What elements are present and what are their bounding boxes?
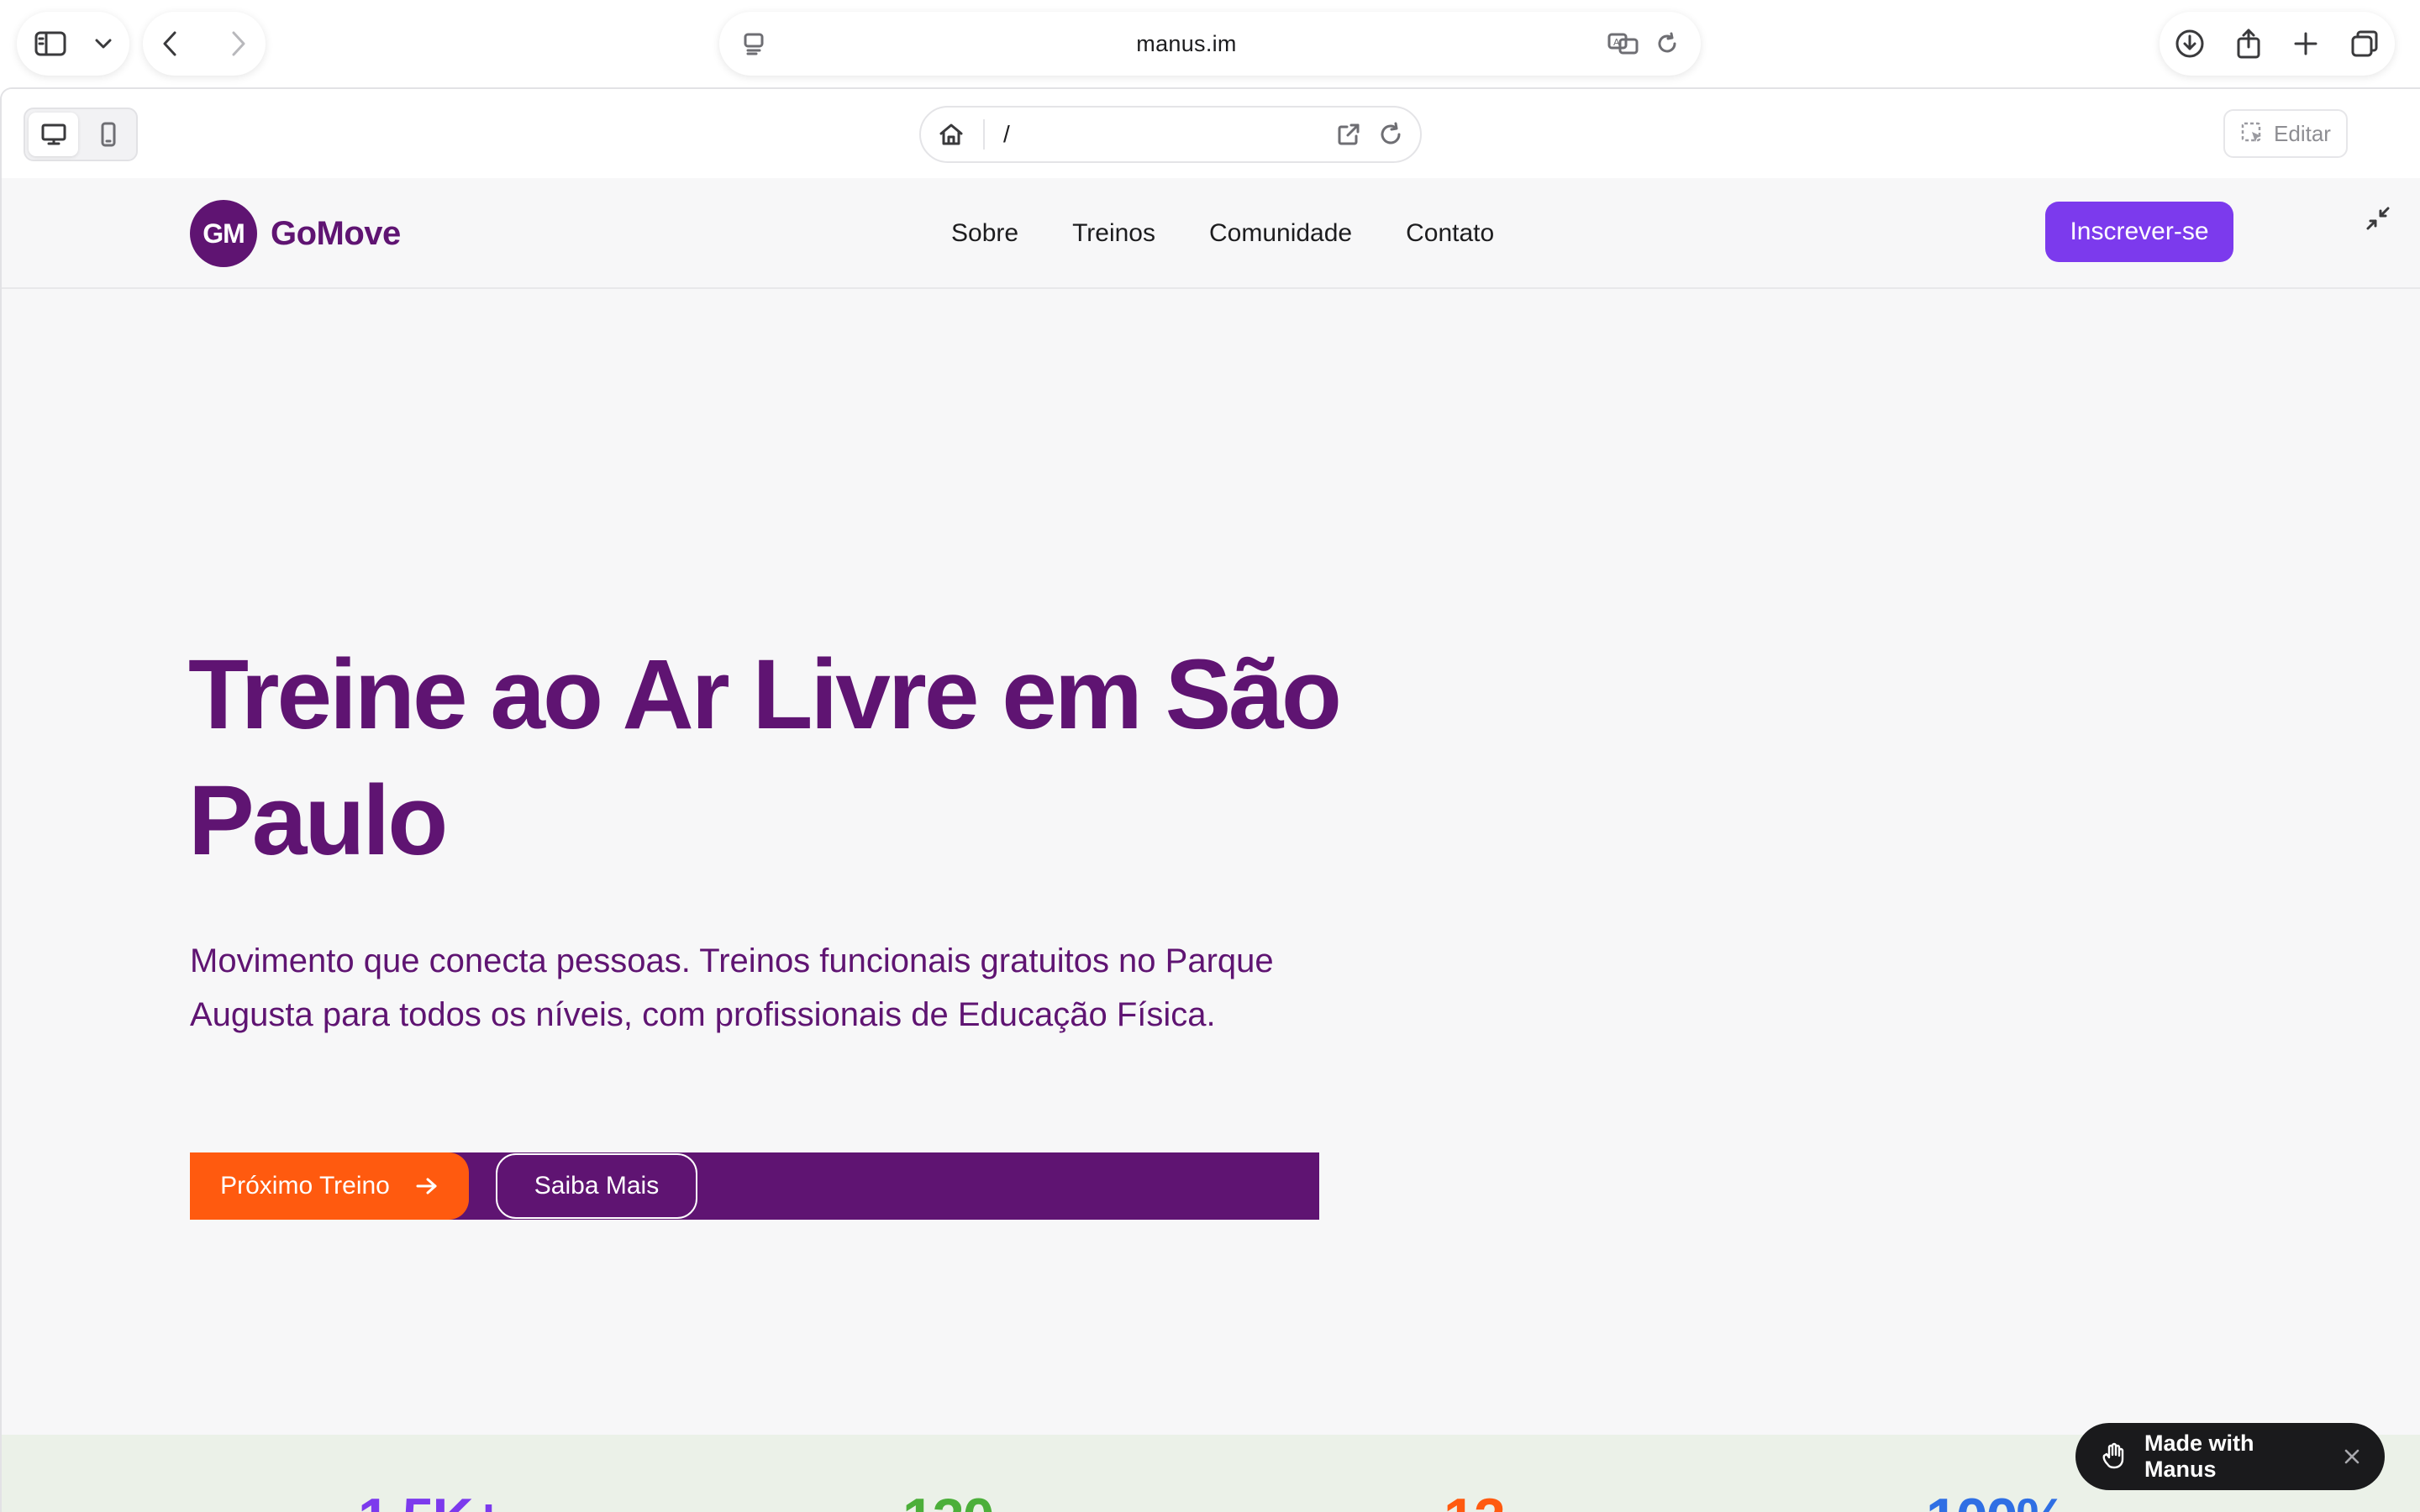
back-icon[interactable] <box>161 30 178 57</box>
nav-link-comunidade[interactable]: Comunidade <box>1209 219 1352 248</box>
site-logo[interactable]: GM GoMove <box>190 200 401 267</box>
url-text: manus.im <box>1136 30 1237 56</box>
close-icon[interactable] <box>2343 1447 2361 1466</box>
svg-text:A: A <box>1613 37 1620 48</box>
badge-label: Made with Manus <box>2144 1431 2254 1482</box>
chevron-down-icon[interactable] <box>94 38 113 50</box>
stat-value: 100% <box>1926 1490 2067 1512</box>
nav-link-treinos[interactable]: Treinos <box>1072 219 1155 248</box>
route-divider <box>983 119 985 150</box>
route-input[interactable]: / <box>1003 121 1336 148</box>
share-icon[interactable] <box>2235 28 2262 60</box>
browser-toolbar: manus.im A <box>0 0 2420 87</box>
monitor-icon <box>40 123 67 146</box>
made-with-manus-badge[interactable]: Made with Manus <box>2075 1423 2385 1490</box>
desktop-view-button[interactable] <box>29 113 78 156</box>
select-edit-icon <box>2240 121 2265 146</box>
learn-more-button[interactable]: Saiba Mais <box>496 1153 697 1219</box>
stat-value: 1.5K+ <box>358 1490 505 1512</box>
history-controls <box>143 12 266 76</box>
mobile-view-button[interactable] <box>83 113 133 156</box>
site-viewport: GM GoMove Sobre Treinos Comunidade Conta… <box>2 178 2420 1512</box>
sidebar-toggle-icon[interactable] <box>34 30 67 57</box>
home-icon[interactable] <box>938 122 965 147</box>
manus-hand-icon <box>2099 1442 2128 1471</box>
stats-band: 1.5K+ 130 12 100% <box>2 1435 2420 1512</box>
open-external-icon[interactable] <box>1336 122 1361 147</box>
device-toggle <box>24 108 138 161</box>
signup-button[interactable]: Inscrever-se <box>2045 202 2233 262</box>
tab-overview-icon[interactable] <box>2349 29 2380 59</box>
forward-icon[interactable] <box>230 30 247 57</box>
stat-value: 12 <box>1444 1490 1506 1512</box>
hero-title: Treine ao Ar Livre em São Paulo <box>188 639 1342 876</box>
next-training-button[interactable]: Próximo Treino <box>190 1152 469 1220</box>
browser-actions <box>2160 12 2395 76</box>
hero-cta-row: Próximo Treino Saiba Mais <box>190 1152 1319 1220</box>
route-tools <box>1336 122 1403 147</box>
logo-name: GoMove <box>271 214 401 252</box>
next-training-label: Próximo Treino <box>220 1172 390 1200</box>
logo-badge: GM <box>190 200 257 267</box>
page-menu-icon[interactable] <box>741 31 766 56</box>
hero-subtitle: Movimento que conecta pessoas. Treinos f… <box>190 942 1274 1033</box>
new-tab-icon[interactable] <box>2292 30 2319 57</box>
site-header: GM GoMove Sobre Treinos Comunidade Conta… <box>2 178 2420 289</box>
route-bar: / <box>919 106 1422 163</box>
collapse-preview-icon[interactable] <box>2365 205 2391 232</box>
translate-icon[interactable]: A <box>1607 31 1640 56</box>
nav-link-sobre[interactable]: Sobre <box>951 219 1018 248</box>
site-nav-links: Sobre Treinos Comunidade Contato <box>951 178 1494 289</box>
address-tools: A <box>1607 31 1679 56</box>
refresh-icon[interactable] <box>1378 122 1403 147</box>
preview-toolbar: / Editar <box>2 89 2420 178</box>
sidebar-controls <box>17 12 129 76</box>
edit-label: Editar <box>2274 120 2331 146</box>
preview-panel: / Editar GM GoMove Sobre Treinos Comunid… <box>0 87 2420 1512</box>
phone-icon <box>99 122 118 147</box>
stat-value: 130 <box>902 1490 994 1512</box>
download-icon[interactable] <box>2175 29 2205 59</box>
nav-link-contato[interactable]: Contato <box>1406 219 1494 248</box>
address-bar[interactable]: manus.im A <box>719 12 1701 76</box>
arrow-right-icon <box>415 1176 439 1196</box>
reload-icon[interactable] <box>1655 31 1679 56</box>
edit-button[interactable]: Editar <box>2223 109 2348 158</box>
